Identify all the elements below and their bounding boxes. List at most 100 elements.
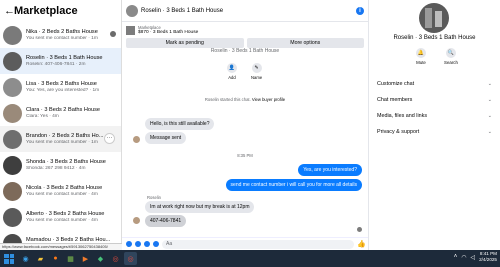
avatar [3,129,22,149]
mark-pending-button[interactable]: Mark as pending [126,38,244,48]
chat-item[interactable]: Lisa · 3 Beds 2 Baths House You: Yes, ar… [0,74,121,100]
add-person-icon: 👤 [227,63,237,73]
chat-preview: Shonda: 267 298 9412 · 4m [26,166,86,171]
chat-panel: Roselin · 3 Beds 1 Bath House i Marketpl… [122,0,368,250]
message-area: Roselin · 3 Beds 1 Bath House 👤 Add ✎ Na… [122,48,368,234]
system-note-text: Roselin started this chat. [204,97,251,102]
conversation-details: Roselin · 3 Beds 1 Bath House 🔔 Mute 🔍 S… [368,0,500,250]
chat-item-active[interactable]: Roselin · 3 Beds 1 Bath House Roselin: 4… [0,48,121,74]
message-incoming-highlighted: 407-406-7841 [145,215,187,227]
add-label: Add [228,75,236,80]
avatar [133,217,140,224]
media-player-icon[interactable]: ▶ [79,252,92,265]
chat-item[interactable]: Shonda · 3 Beds 2 Baths House Shonda: 26… [0,152,121,178]
chevron-down-icon: ⌄ [487,113,492,119]
chat-name: Nika · 2 Beds 2 Baths House [26,29,98,35]
profile-avatar[interactable] [419,3,449,33]
chrome-icon[interactable]: ◎ [109,252,122,265]
clock-date: 2/4/2025 [479,257,497,262]
menu-chat-members[interactable]: Chat members ⌄ [369,92,500,108]
menu-privacy-support[interactable]: Privacy & support ⌄ [369,124,500,140]
chat-item[interactable]: Brandon · 2 Beds 2 Baths Ho... You sent … [0,126,121,152]
chat-preview: Clara: Yes · 4m [26,114,59,119]
chevron-down-icon: ⌄ [487,129,492,135]
taskbar: ◉ ▰ ● ▦ ▶ ◆ ◎ ◎ ˄ ◠ ◁ 8:41 PM 2/4/2025 [0,250,500,267]
app-icon[interactable]: ◆ [94,252,107,265]
avatar[interactable] [126,4,138,17]
more-options-icon[interactable]: ··· [104,133,115,144]
explorer-icon[interactable]: ▰ [34,252,47,265]
message-composer: Aa 👍 [122,237,368,250]
chat-name: Lisa · 3 Beds 2 Baths House [26,81,97,87]
profile-actions: 🔔 Mute 🔍 Search [411,48,461,65]
bell-icon: 🔔 [416,48,426,58]
view-buyer-profile-link[interactable]: View buyer profile [252,97,285,102]
back-arrow-icon[interactable]: ← [4,5,15,17]
menu-customize-chat[interactable]: Customize chat ⌄ [369,76,500,92]
chat-item[interactable]: Alberto · 3 Beds 2 Baths House You sent … [0,204,121,230]
time-separator: 8:35 PM [237,153,253,158]
chat-name: Brandon · 2 Beds 2 Baths Ho... [26,133,104,139]
clock[interactable]: 8:41 PM 2/4/2025 [479,251,497,263]
image-icon[interactable] [135,241,141,247]
firefox-icon[interactable]: ● [49,252,62,265]
chat-list: Nika · 2 Beds 2 Baths House You sent me … [0,22,121,256]
edge-icon[interactable]: ◉ [19,252,32,265]
chevron-down-icon: ⌄ [487,97,492,103]
name-label: Name [251,75,263,80]
name-action[interactable]: ✎ Name [251,63,262,80]
system-note: Roselin started this chat. View buyer pr… [122,97,368,102]
avatar [3,181,22,201]
like-icon[interactable]: 👍 [357,240,366,248]
listing-actions: Mark as pending More options [122,38,368,48]
chat-item[interactable]: Clara · 3 Beds 2 Baths House Clara: Yes … [0,100,121,126]
avatar [3,77,22,97]
search-button[interactable]: 🔍 Search [441,48,461,65]
sender-name: Roselin [147,195,161,200]
wifi-icon[interactable]: ◠ [461,254,466,261]
chevron-up-icon[interactable]: ˄ [454,254,458,260]
message-outgoing: send me contact number i will call you f… [225,179,362,191]
message-incoming: Im at work right now but my break is at … [145,201,255,213]
plus-icon[interactable] [126,241,132,247]
conversation-sidebar: ← Marketplace Nika · 2 Beds 2 Baths Hous… [0,0,122,253]
sidebar-title: Marketplace [14,5,78,17]
volume-icon[interactable]: ◁ [470,254,475,261]
avatar [3,207,22,227]
faded-chat-title: Roselin · 3 Beds 1 Bath House [210,48,280,54]
add-action[interactable]: 👤 Add [227,63,237,80]
chat-name: Clara · 3 Beds 2 Baths House [26,107,100,113]
read-receipt-avatar [110,31,116,37]
chat-name: Nicola · 3 Beds 2 Baths House [26,185,103,191]
chat-preview: You sent me contact number · 1m [26,140,98,145]
gif-icon[interactable] [153,241,159,247]
seen-indicator-avatar [357,227,362,232]
chat-preview: You sent me contact number · 4m [26,192,98,197]
app-icon[interactable]: ▦ [64,252,77,265]
mute-button[interactable]: 🔔 Mute [411,48,431,65]
chat-preview: You sent me contact number · 1m [26,36,98,41]
chat-title[interactable]: Roselin · 3 Beds 1 Bath House [141,8,356,14]
sidebar-header: ← Marketplace [0,0,121,22]
windows-start-icon[interactable] [4,253,14,264]
details-menu: Customize chat ⌄ Chat members ⌄ Media, fil… [369,76,500,140]
chat-header: Roselin · 3 Beds 1 Bath House i [122,0,368,22]
info-icon[interactable]: i [356,6,364,15]
more-options-button[interactable]: More options [246,38,364,48]
listing-price-title: $870 · 3 Beds 1 Bath House [138,30,199,35]
sticker-icon[interactable] [144,241,150,247]
message-input[interactable]: Aa [162,239,354,249]
chevron-down-icon: ⌄ [487,81,492,87]
quick-actions: 👤 Add ✎ Name [227,63,262,80]
menu-media-files-links[interactable]: Media, files and links ⌄ [369,108,500,124]
chrome-icon[interactable]: ◎ [124,252,137,265]
chat-name: Alberto · 3 Beds 2 Baths House [26,211,105,217]
system-tray: ˄ ◠ ◁ 8:41 PM 2/4/2025 [454,251,497,263]
listing-summary[interactable]: Marketplace $870 · 3 Beds 1 Bath House [122,22,368,38]
chat-name: Roselin · 3 Beds 1 Bath House [26,55,103,61]
chat-preview: You sent me contact number · 4m [26,218,98,223]
chat-item[interactable]: Nicola · 3 Beds 2 Baths House You sent m… [0,178,121,204]
chat-preview: You: Yes, are you interested? · 1m [26,88,100,93]
chat-item[interactable]: Nika · 2 Beds 2 Baths House You sent me … [0,22,121,48]
message-outgoing: Yes, are you interested? [298,164,362,176]
